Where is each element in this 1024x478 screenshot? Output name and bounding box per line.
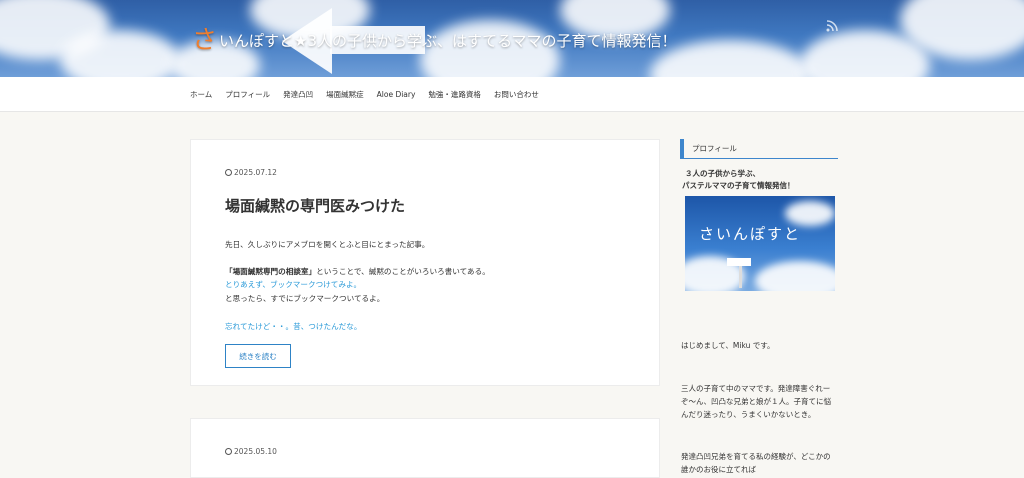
site-title[interactable]: さいんぽすと★3人の子供から学ぶ、はすてるママの子育て情報発信！: [192, 20, 677, 56]
profile-tagline: ３人の子供から学ぶ、: [685, 169, 760, 178]
excerpt-line: 先日、久しぶりにアメブロを開くとふと目にとまった記事。: [225, 240, 430, 249]
profile-text: んだり迷ったり、うまくいかないとき。: [681, 410, 816, 419]
profile-text: はじめまして、Miku です。: [681, 341, 775, 350]
read-more-button[interactable]: 続きを読む: [225, 344, 291, 368]
profile-text: 三人の子育て中のママです。発達障害ぐれー: [681, 384, 831, 393]
rss-icon[interactable]: [826, 20, 838, 32]
site-title-initial: さ: [192, 25, 218, 54]
excerpt-link[interactable]: 忘れてたけど・・。昔、つけたんだな。: [225, 321, 361, 334]
excerpt-text: ということで、緘黙のことがいろいろ書いてある。: [316, 267, 490, 276]
nav-item-study[interactable]: 勉強・進路資格: [428, 89, 481, 100]
profile-tagline: パステルママの子育て情報発信！: [682, 181, 795, 190]
clock-icon: [225, 169, 232, 176]
widget-title: プロフィール: [680, 139, 838, 159]
excerpt-bold: 「場面緘黙専門の相談室」: [225, 267, 317, 276]
post-card: 2025.07.12 場面緘黙の専門医みつけた 先日、久しぶりにアメブロを開くと…: [190, 139, 660, 386]
nav-item-home[interactable]: ホーム: [190, 89, 212, 100]
nav-item-profile[interactable]: プロフィール: [225, 89, 270, 100]
post-card: 2025.05.10: [190, 418, 660, 478]
nav-item-mutism[interactable]: 場面緘黙症: [326, 89, 364, 100]
nav-item-contact[interactable]: お問い合わせ: [494, 89, 539, 100]
site-header: さいんぽすと★3人の子供から学ぶ、はすてるママの子育て情報発信！: [0, 0, 1024, 77]
clock-icon: [225, 448, 232, 455]
post-date-text: 2025.07.12: [234, 168, 277, 177]
post-title[interactable]: 場面緘黙の専門医みつけた: [225, 195, 405, 216]
nav-item-aloe-diary[interactable]: Aloe Diary: [377, 90, 416, 99]
post-date-text: 2025.05.10: [234, 447, 277, 456]
global-nav: ホーム プロフィール 発達凸凹 場面緘黙症 Aloe Diary 勉強・進路資格…: [0, 77, 1024, 112]
post-date: 2025.07.12: [225, 168, 277, 177]
profile-text: ぞ～ん、凹凸な兄弟と娘が１人。子育てに悩: [681, 397, 831, 406]
excerpt-link[interactable]: とりあえず、ブックマークつけてみよ。: [225, 279, 361, 292]
profile-text: 発達凸凹兄弟を育てる私の経験が、どこかの: [681, 452, 831, 461]
post-date: 2025.05.10: [225, 447, 277, 456]
site-title-text: いんぽすと★3人の子供から学ぶ、はすてるママの子育て情報発信！: [219, 32, 677, 50]
profile-image-text: さいんぽすと: [699, 225, 802, 243]
excerpt-line: 「場面緘黙専門の相談室」ということで、緘黙のことがいろいろ書いてある。: [225, 266, 490, 279]
nav-item-development[interactable]: 発達凸凹: [283, 89, 313, 100]
profile-image: さいんぽすと: [685, 196, 835, 291]
excerpt-line: と思ったら、すでにブックマークついてるよ。: [225, 294, 385, 303]
